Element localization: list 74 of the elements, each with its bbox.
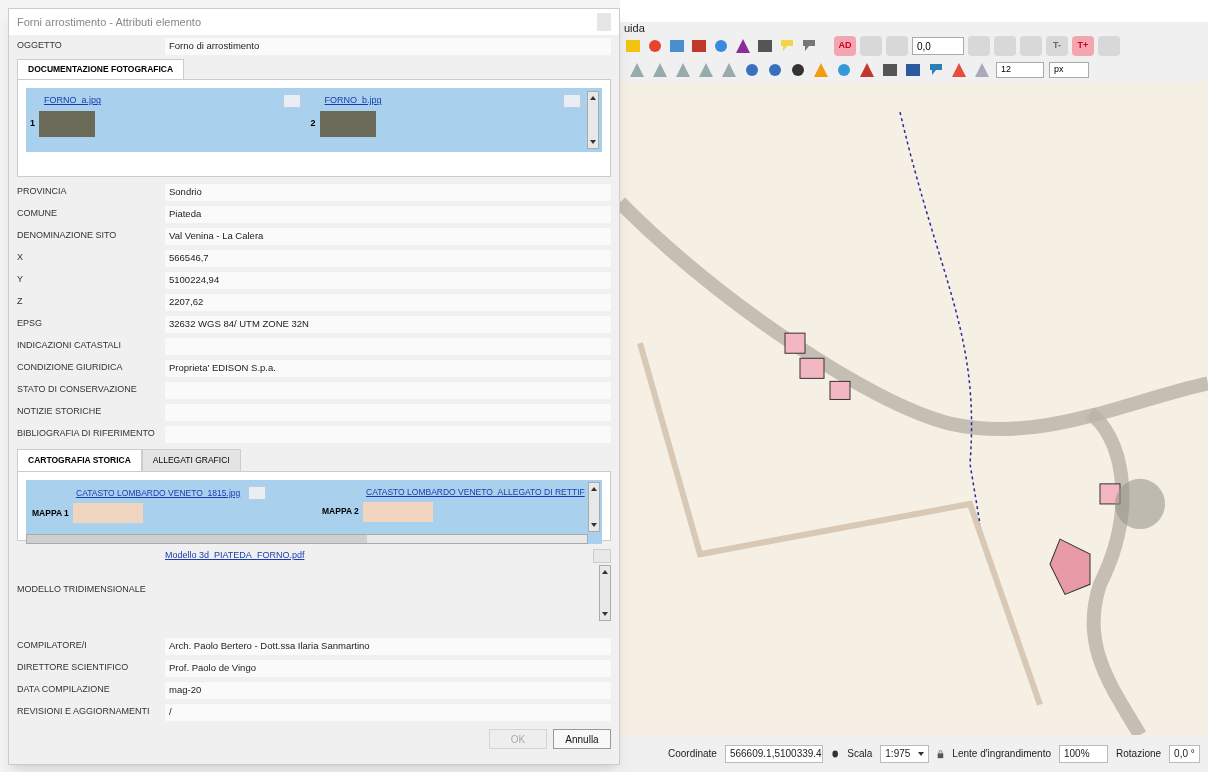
tab[interactable]: ALLEGATI GRAFICI: [141, 449, 241, 471]
field-label: EPSG: [17, 317, 43, 331]
text-field[interactable]: Proprieta' EDISON S.p.a.: [165, 359, 611, 377]
field-label: REVISIONI E AGGIORNAMENTI: [17, 705, 151, 719]
field-label: X: [17, 251, 24, 265]
text-field[interactable]: 32632 WGS 84/ UTM ZONE 32N: [165, 315, 611, 333]
rotation-label: Rotazione: [1116, 747, 1162, 761]
down-arrow-icon[interactable]: [590, 140, 596, 144]
file-link[interactable]: CATASTO LOMBARDO VENETO_1815.jpg: [76, 486, 241, 500]
tab[interactable]: CARTOGRAFIA STORICA: [17, 449, 142, 471]
menu-item[interactable]: uida: [624, 22, 645, 34]
magnifier-label: Lente d'ingrandimento: [952, 747, 1051, 761]
file-link[interactable]: FORNO_a.jpg: [44, 94, 102, 108]
scrollbar[interactable]: [587, 91, 599, 149]
map-thumbnail: [362, 501, 433, 522]
number-field[interactable]: 0,0: [912, 37, 964, 55]
text-field[interactable]: mag-20: [165, 681, 611, 699]
lock-icon[interactable]: [937, 747, 945, 760]
field-label: Y: [17, 273, 24, 287]
magnifier-field[interactable]: 100%: [1059, 744, 1109, 763]
field-label: DATA COMPILAZIONE: [17, 683, 111, 697]
coordinate-label: Coordinate: [668, 747, 717, 761]
shapes-icon[interactable]: [646, 37, 664, 55]
field-label: COMPILATORE/I: [17, 639, 88, 653]
field-label: OGGETTO: [17, 39, 63, 53]
tab[interactable]: DOCUMENTAZIONE FOTOGRAFICA: [17, 59, 185, 79]
text-field[interactable]: 5100224,94: [165, 271, 611, 289]
field-label: BIBLIOGRAFIA DI RIFERIMENTO: [17, 427, 156, 441]
scale-label: Scala: [847, 747, 873, 761]
photo-index: 1: [30, 117, 35, 131]
up-arrow-icon[interactable]: [591, 487, 597, 491]
photo-placeholder: [39, 111, 95, 137]
window-title: Forni arrostimento - Attributi elemento: [17, 14, 202, 30]
file-link[interactable]: CATASTO LOMBARDO VENETO_ALLEGATO DI RETTIF: [366, 486, 585, 499]
text-field[interactable]: Sondrio: [165, 183, 611, 201]
rotation-field[interactable]: 0,0 °: [1169, 744, 1200, 763]
down-arrow-icon[interactable]: [602, 612, 608, 616]
map-index: MAPPA 1: [32, 506, 69, 520]
scrollbar[interactable]: [599, 565, 611, 621]
caret-icon: [918, 751, 925, 756]
unit-field[interactable]: px: [1049, 62, 1089, 78]
field-label: COMUNE: [17, 207, 58, 221]
field-label: MODELLO TRIDIMENSIONALE: [17, 583, 147, 597]
field-label: DENOMINAZIONE SITO: [17, 229, 118, 243]
dialog-button[interactable]: Annulla: [553, 729, 611, 749]
field-label: CONDIZIONE GIURIDICA: [17, 361, 124, 375]
field-label: Z: [17, 295, 24, 309]
file-link[interactable]: FORNO_b.jpg: [324, 94, 382, 108]
file-link[interactable]: Modello 3d_PIATEDA_FORNO.pdf: [165, 549, 305, 563]
text-field[interactable]: Val Venina - La Calera: [165, 227, 611, 245]
number-field[interactable]: 12: [996, 62, 1044, 78]
field-label: STATO DI CONSERVAZIONE: [17, 383, 138, 397]
photo-index: 2: [310, 117, 316, 131]
text-field[interactable]: Prof. Paolo de Vingo: [165, 659, 611, 677]
up-arrow-icon[interactable]: [590, 96, 596, 100]
map-index: MAPPA 2: [322, 505, 359, 519]
photo-placeholder: [319, 111, 376, 137]
text-field[interactable]: 2207,62: [165, 293, 611, 311]
field-label: PROVINCIA: [17, 185, 68, 199]
field-label: INDICAZIONI CATASTALI: [17, 339, 122, 353]
text-field[interactable]: Piateda: [165, 205, 611, 223]
text-field[interactable]: Arch. Paolo Bertero - Dott.ssa Ilaria Sanmartino: [165, 637, 611, 655]
coordinate-field[interactable]: 566609.1,5100339.4: [724, 744, 823, 763]
text-field[interactable]: Forno di arrostimento: [165, 37, 611, 55]
field-label: NOTIZIE STORICHE: [17, 405, 103, 419]
field-label: DIRETTORE SCIENTIFICO: [17, 661, 130, 675]
down-arrow-icon[interactable]: [591, 523, 597, 527]
map-thumbnail: [72, 503, 143, 523]
horizontal-scrollbar[interactable]: [26, 534, 588, 544]
scale-dropdown[interactable]: 1:975: [880, 744, 930, 763]
text-field[interactable]: 566546,7: [165, 249, 611, 267]
up-arrow-icon[interactable]: [602, 570, 608, 574]
scrollbar[interactable]: [588, 482, 600, 532]
text-field[interactable]: /: [165, 703, 611, 721]
